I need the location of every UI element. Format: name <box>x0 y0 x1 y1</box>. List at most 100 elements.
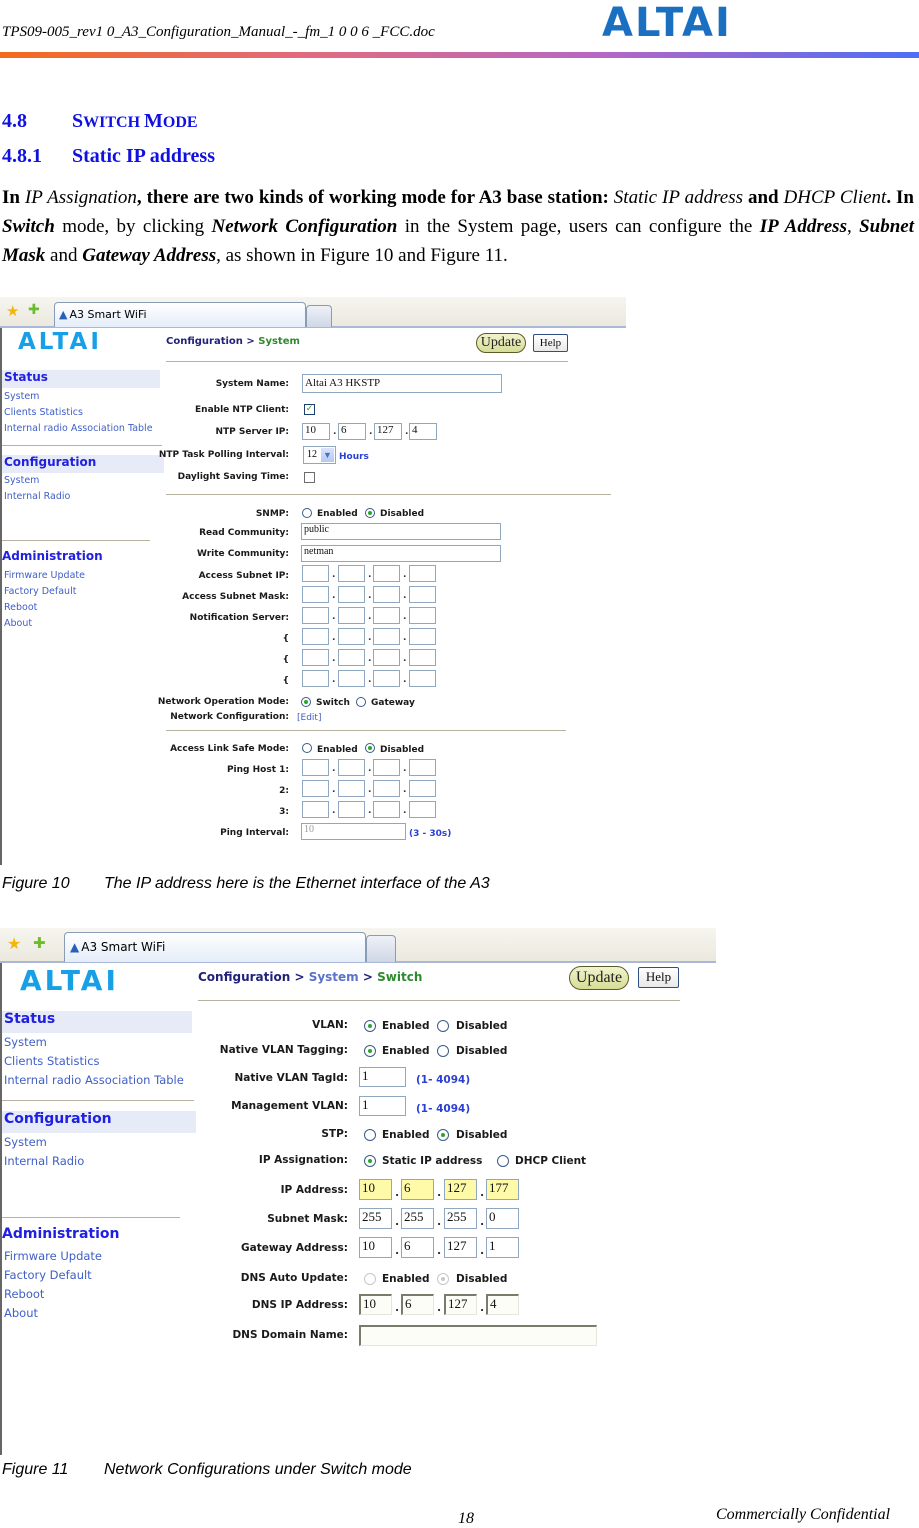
ping-host-3-octet-3[interactable] <box>373 801 400 818</box>
sidebar-item-clients-statistics[interactable]: Clients Statistics <box>4 1054 100 1068</box>
notification-server-4-octet-3[interactable] <box>373 670 400 687</box>
notification-server-2-octet-1[interactable] <box>302 628 329 645</box>
ntp-interval-select[interactable]: 12 ▼ <box>303 446 336 464</box>
add-favorite-icon[interactable]: ✚ <box>28 302 40 318</box>
sidebar-item-reboot[interactable]: Reboot <box>4 602 37 613</box>
breadcrumb-system[interactable]: System <box>309 970 359 984</box>
network-configuration-edit-link[interactable]: [Edit] <box>297 713 321 723</box>
notification-server-1-octet-4[interactable] <box>409 607 436 624</box>
ping-host-3-octet-1[interactable] <box>302 801 329 818</box>
ping-interval-input[interactable]: 10 <box>301 823 406 840</box>
ping-host-1-octet-2[interactable] <box>338 759 365 776</box>
system-name-input[interactable]: Altai A3 HKSTP <box>302 374 502 393</box>
management-vlan-input[interactable]: 1 <box>359 1096 406 1116</box>
access-subnet-mask-octet-3[interactable] <box>373 586 400 603</box>
sidebar-item-config-system[interactable]: System <box>4 1135 47 1149</box>
sidebar-item-firmware-update[interactable]: Firmware Update <box>4 570 85 581</box>
dns-auto-disabled-radio[interactable] <box>437 1273 449 1285</box>
update-button[interactable]: Update <box>476 333 526 353</box>
read-community-input[interactable]: public <box>301 523 501 540</box>
notification-server-1-octet-2[interactable] <box>338 607 365 624</box>
notification-server-1-octet-3[interactable] <box>373 607 400 624</box>
notification-server-4-octet-2[interactable] <box>338 670 365 687</box>
vlan-disabled-radio[interactable] <box>437 1020 449 1032</box>
browser-tab[interactable]: ▲ A3 Smart WiFi <box>54 302 306 327</box>
notification-server-2-octet-3[interactable] <box>373 628 400 645</box>
dns-auto-enabled-radio[interactable] <box>364 1273 376 1285</box>
sidebar-item-about[interactable]: About <box>4 1306 38 1320</box>
notification-server-2-octet-2[interactable] <box>338 628 365 645</box>
mode-gateway-radio[interactable] <box>356 697 366 707</box>
ping-host-3-octet-4[interactable] <box>409 801 436 818</box>
sidebar-item-config-system[interactable]: System <box>4 475 39 486</box>
native-vlan-tagid-input[interactable]: 1 <box>359 1067 406 1087</box>
gateway-address-octet-4[interactable]: 1 <box>486 1237 519 1258</box>
sidebar-item-internal-radio[interactable]: Internal Radio <box>4 491 70 502</box>
sidebar-item-association-table[interactable]: Internal radio Association Table <box>4 1073 184 1087</box>
ip-address-octet-4[interactable]: 177 <box>486 1179 519 1200</box>
access-subnet-mask-octet-2[interactable] <box>338 586 365 603</box>
native-tagging-enabled-radio[interactable] <box>364 1045 376 1057</box>
update-button[interactable]: Update <box>569 966 629 990</box>
notification-server-3-octet-4[interactable] <box>409 649 436 666</box>
sidebar-item-system[interactable]: System <box>4 1035 47 1049</box>
chevron-down-icon[interactable]: ▼ <box>321 448 334 462</box>
dns-ip-address-octet-1[interactable]: 10 <box>359 1294 392 1315</box>
sidebar-item-association-table[interactable]: Internal radio Association Table <box>4 423 153 434</box>
notification-server-3-octet-2[interactable] <box>338 649 365 666</box>
browser-tab[interactable]: ▲ A3 Smart WiFi <box>64 932 366 962</box>
safe-mode-enabled-radio[interactable] <box>302 743 312 753</box>
ping-host-1-octet-3[interactable] <box>373 759 400 776</box>
subnet-mask-octet-3[interactable]: 255 <box>444 1208 477 1229</box>
sidebar-item-factory-default[interactable]: Factory Default <box>4 1268 92 1282</box>
ntp-server-octet-1[interactable]: 10 <box>302 423 330 440</box>
access-subnet-mask-octet-1[interactable] <box>302 586 329 603</box>
ntp-server-octet-4[interactable]: 4 <box>409 423 437 440</box>
subnet-mask-octet-2[interactable]: 255 <box>401 1208 434 1229</box>
notification-server-3-octet-3[interactable] <box>373 649 400 666</box>
notification-server-3-octet-1[interactable] <box>302 649 329 666</box>
sidebar-item-clients-statistics[interactable]: Clients Statistics <box>4 407 83 418</box>
sidebar-item-factory-default[interactable]: Factory Default <box>4 586 76 597</box>
access-subnet-ip-octet-1[interactable] <box>302 565 329 582</box>
sidebar-item-about[interactable]: About <box>4 618 32 629</box>
new-tab-button[interactable] <box>366 935 396 962</box>
breadcrumb-configuration[interactable]: Configuration <box>198 970 290 984</box>
snmp-disabled-radio[interactable] <box>365 508 375 518</box>
snmp-enabled-radio[interactable] <box>302 508 312 518</box>
notification-server-4-octet-4[interactable] <box>409 670 436 687</box>
stp-disabled-radio[interactable] <box>437 1129 449 1141</box>
static-ip-radio[interactable] <box>364 1155 376 1167</box>
gateway-address-octet-2[interactable]: 6 <box>401 1237 434 1258</box>
new-tab-button[interactable] <box>306 305 332 327</box>
daylight-saving-checkbox[interactable] <box>304 472 315 483</box>
ping-host-3-octet-2[interactable] <box>338 801 365 818</box>
sidebar-item-internal-radio[interactable]: Internal Radio <box>4 1154 84 1168</box>
ping-host-2-octet-1[interactable] <box>302 780 329 797</box>
ping-host-2-octet-2[interactable] <box>338 780 365 797</box>
help-button[interactable]: Help <box>638 967 679 988</box>
ip-address-octet-2[interactable]: 6 <box>401 1179 434 1200</box>
native-tagging-disabled-radio[interactable] <box>437 1045 449 1057</box>
subnet-mask-octet-4[interactable]: 0 <box>486 1208 519 1229</box>
dns-ip-address-octet-3[interactable]: 127 <box>444 1294 477 1315</box>
access-subnet-ip-octet-4[interactable] <box>409 565 436 582</box>
notification-server-1-octet-1[interactable] <box>302 607 329 624</box>
ip-address-octet-3[interactable]: 127 <box>444 1179 477 1200</box>
subnet-mask-octet-1[interactable]: 255 <box>359 1208 392 1229</box>
ping-host-1-octet-4[interactable] <box>409 759 436 776</box>
ping-host-2-octet-4[interactable] <box>409 780 436 797</box>
gateway-address-octet-3[interactable]: 127 <box>444 1237 477 1258</box>
dhcp-client-radio[interactable] <box>497 1155 509 1167</box>
help-button[interactable]: Help <box>533 334 568 352</box>
favorites-star-icon[interactable]: ★ <box>7 934 21 953</box>
stp-enabled-radio[interactable] <box>364 1129 376 1141</box>
breadcrumb-configuration[interactable]: Configuration <box>166 336 243 347</box>
ip-address-octet-1[interactable]: 10 <box>359 1179 392 1200</box>
ping-host-1-octet-1[interactable] <box>302 759 329 776</box>
sidebar-item-system[interactable]: System <box>4 391 39 402</box>
add-favorite-icon[interactable]: ✚ <box>33 934 46 952</box>
dns-ip-address-octet-2[interactable]: 6 <box>401 1294 434 1315</box>
dns-ip-address-octet-4[interactable]: 4 <box>486 1294 519 1315</box>
notification-server-4-octet-1[interactable] <box>302 670 329 687</box>
